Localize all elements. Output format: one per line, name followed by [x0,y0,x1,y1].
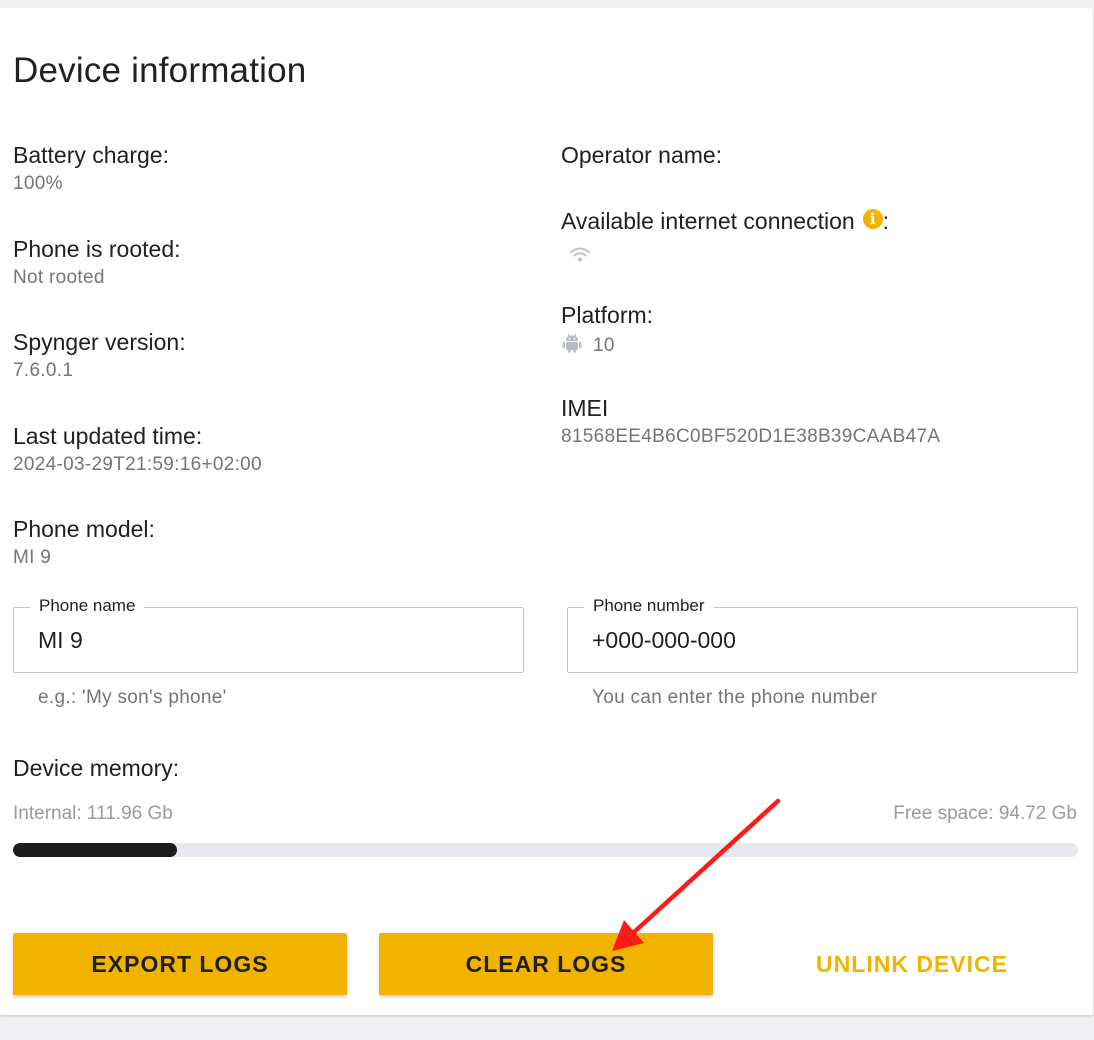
internet-connection-label-row: Available internet connection i: [561,207,889,235]
memory-progress-bar [13,843,1078,857]
platform-value: 10 [593,335,615,356]
page: Device information Battery charge: 100% … [0,0,1094,1040]
device-info-card: Device information Battery charge: 100% … [0,8,1093,1015]
phone-name-hint: e.g.: 'My son's phone' [38,687,227,708]
imei-label: IMEI [561,395,609,421]
internet-connection-info: Available internet connection i: [561,207,889,267]
phone-name-label: Phone name [30,595,145,617]
internet-connection-colon: : [882,208,890,234]
android-icon [562,333,582,353]
phone-rooted-info: Phone is rooted: Not rooted [13,235,181,290]
battery-charge-info: Battery charge: 100% [13,141,169,196]
phone-number-field: Phone number [567,595,1078,673]
spynger-version-label: Spynger version: [13,329,186,355]
phone-model-label: Phone model: [13,516,155,542]
operator-name-label: Operator name: [561,142,723,168]
spynger-version-info: Spynger version: 7.6.0.1 [13,328,186,383]
internet-connection-label: Available internet connection [561,208,855,234]
phone-name-field: Phone name [13,595,524,673]
phone-model-value: MI 9 [13,547,52,568]
internal-memory-text: Internal: 111.96 Gb [13,803,173,824]
battery-charge-label: Battery charge: [13,142,169,168]
platform-value-row: 10 [561,332,653,358]
page-title: Device information [13,51,307,90]
platform-label: Platform: [561,302,654,328]
phone-number-hint: You can enter the phone number [592,687,878,708]
phone-number-field-group: Phone number You can enter the phone num… [567,595,1078,710]
last-updated-info: Last updated time: 2024-03-29T21:59:16+0… [13,422,262,477]
phone-name-field-group: Phone name e.g.: 'My son's phone' [13,595,524,710]
operator-name-info: Operator name: [561,141,722,172]
imei-value: 81568EE4B6C0BF520D1E38B39CAAB47A [561,426,941,447]
last-updated-label: Last updated time: [13,423,203,449]
phone-rooted-value: Not rooted [13,267,105,288]
last-updated-value: 2024-03-29T21:59:16+02:00 [13,454,262,475]
phone-number-label: Phone number [584,595,714,617]
wifi-icon [570,247,590,262]
info-icon[interactable]: i [862,209,883,229]
imei-info: IMEI 81568EE4B6C0BF520D1E38B39CAAB47A [561,394,940,449]
memory-progress-fill [13,843,177,857]
platform-info: Platform: 10 [561,301,653,358]
export-logs-button[interactable]: EXPORT LOGS [13,933,347,995]
free-space-text: Free space: 94.72 Gb [893,803,1077,824]
spynger-version-value: 7.6.0.1 [13,360,74,381]
phone-model-info: Phone model: MI 9 [13,515,155,570]
battery-charge-value: 100% [13,173,63,194]
unlink-device-button[interactable]: UNLINK DEVICE [745,933,1079,995]
phone-rooted-label: Phone is rooted: [13,236,181,262]
internet-connection-value [569,243,889,267]
clear-logs-button[interactable]: CLEAR LOGS [379,933,713,995]
phone-name-input[interactable] [38,623,498,657]
device-memory-label: Device memory: [13,755,180,781]
phone-number-input[interactable] [592,623,1052,657]
